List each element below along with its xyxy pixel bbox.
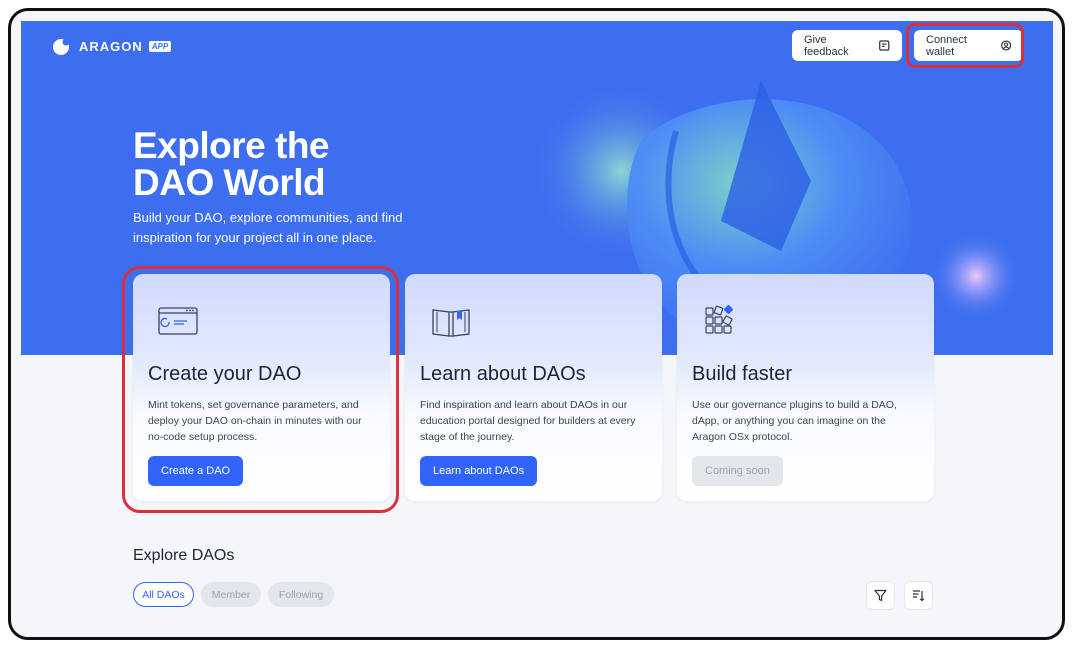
logo-text: ARAGON bbox=[79, 38, 143, 54]
filter-member[interactable]: Member bbox=[201, 582, 261, 607]
connect-wallet-highlight bbox=[906, 23, 1024, 68]
filter-all-daos[interactable]: All DAOs bbox=[133, 582, 194, 607]
filter-button[interactable] bbox=[866, 581, 895, 610]
sort-icon bbox=[913, 590, 925, 602]
book-icon bbox=[432, 309, 470, 337]
give-feedback-label: Give feedback bbox=[804, 33, 849, 58]
hero-title-line-1: Explore the bbox=[133, 125, 330, 166]
funnel-icon bbox=[874, 589, 887, 602]
hero-subtitle: Build your DAO, explore communities, and… bbox=[133, 210, 403, 245]
hero-title: Explore the DAO World bbox=[133, 125, 330, 203]
page: ARAGON APP Give feedback Connect wallet bbox=[21, 21, 1053, 629]
learn-daos-card: Learn about DAOs Find inspiration and le… bbox=[405, 274, 662, 501]
logo-badge: APP bbox=[148, 40, 172, 52]
give-feedback-button[interactable]: Give feedback bbox=[792, 30, 902, 61]
aragon-logo[interactable]: ARAGON APP bbox=[51, 37, 172, 55]
learn-daos-card-title: Learn about DAOs bbox=[420, 363, 586, 385]
screenshot-frame: ARAGON APP Give feedback Connect wallet bbox=[8, 8, 1065, 640]
coming-soon-button: Coming soon bbox=[692, 456, 783, 486]
create-dao-highlight bbox=[122, 266, 399, 513]
explore-daos-title: Explore DAOs bbox=[133, 547, 235, 564]
hero-title-line-2: DAO World bbox=[133, 162, 326, 203]
build-faster-card-title: Build faster bbox=[692, 363, 793, 385]
learn-daos-card-description: Find inspiration and learn about DAOs in… bbox=[420, 399, 636, 443]
filter-following[interactable]: Following bbox=[268, 582, 334, 607]
blocks-icon bbox=[705, 304, 734, 334]
aragon-logo-icon bbox=[53, 38, 70, 55]
feedback-icon bbox=[879, 40, 890, 51]
build-faster-card: Build faster Use our governance plugins … bbox=[677, 274, 934, 501]
sort-button[interactable] bbox=[904, 581, 933, 610]
build-faster-card-description: Use our governance plugins to build a DA… bbox=[692, 399, 897, 443]
learn-about-daos-button[interactable]: Learn about DAOs bbox=[420, 456, 538, 486]
